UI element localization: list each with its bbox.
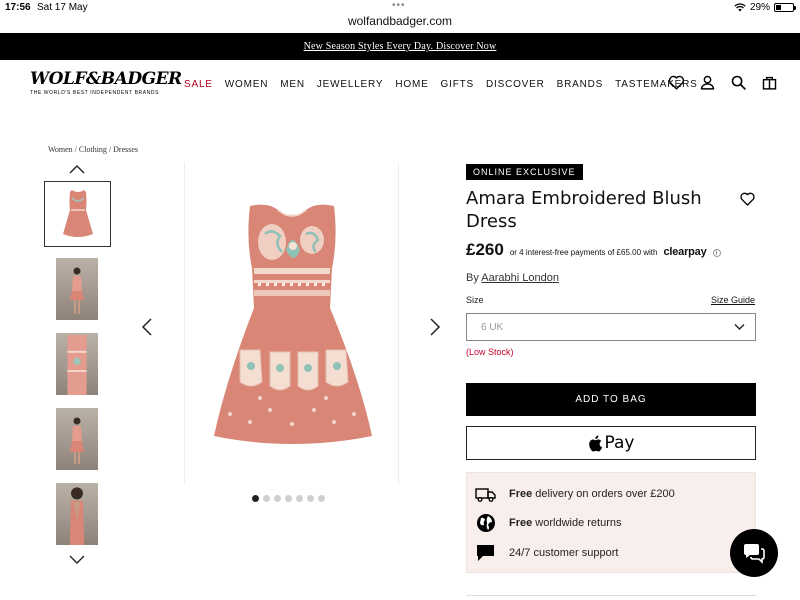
- logo-wordmark: WOLF&BADGER: [30, 69, 182, 89]
- nav-item-gifts[interactable]: GIFTS: [441, 79, 474, 90]
- size-selected-value: 6 UK: [481, 321, 504, 333]
- nav-item-discover[interactable]: DISCOVER: [486, 79, 545, 90]
- thumbnail-5[interactable]: [56, 483, 98, 545]
- prev-image-arrow-icon[interactable]: [141, 318, 153, 336]
- pagination-dot[interactable]: [263, 495, 270, 502]
- perk-support: 24/7 customer support: [475, 543, 618, 563]
- by-label: By: [466, 272, 479, 284]
- chat-bubble-icon: [477, 545, 494, 561]
- divider: [466, 595, 756, 596]
- wifi-icon: [734, 3, 746, 12]
- heart-icon[interactable]: [668, 74, 685, 91]
- size-guide-link[interactable]: Size Guide: [711, 295, 755, 305]
- product-price: £260: [466, 240, 504, 259]
- breadcrumb[interactable]: Women / Clothing / Dresses: [48, 145, 138, 154]
- pagination-dot[interactable]: [318, 495, 325, 502]
- nav-item-brands[interactable]: BRANDS: [557, 79, 603, 90]
- model-photo-icon: [67, 335, 87, 395]
- chat-launcher-button[interactable]: [730, 529, 778, 577]
- chat-icon: [744, 544, 765, 564]
- info-icon[interactable]: i: [712, 249, 721, 257]
- search-icon[interactable]: [730, 74, 747, 91]
- address-bar[interactable]: wolfandbadger.com: [0, 14, 800, 32]
- perk-text: delivery on orders over £200: [532, 488, 675, 500]
- status-time: 17:56: [5, 2, 31, 13]
- thumbnails-down-chevron-icon[interactable]: [69, 555, 85, 565]
- nav-item-jewellery[interactable]: JEWELLERY: [317, 79, 383, 90]
- truck-icon: [475, 488, 496, 502]
- pagination-dot[interactable]: [307, 495, 314, 502]
- product-image[interactable]: [210, 200, 375, 450]
- perk-returns: Free worldwide returns: [475, 513, 622, 533]
- status-date: Sat 17 May: [37, 2, 88, 13]
- bag-icon[interactable]: [761, 74, 778, 91]
- pagination-dot[interactable]: [285, 495, 292, 502]
- perks-panel: Free delivery on orders over £200 Free w…: [466, 472, 756, 573]
- size-label: Size: [466, 295, 484, 305]
- perk-delivery: Free delivery on orders over £200: [475, 484, 675, 504]
- nav-item-sale[interactable]: SALE: [184, 79, 213, 90]
- image-divider: [184, 162, 185, 485]
- dress-thumbnail-icon: [63, 190, 93, 237]
- logo[interactable]: WOLF&BADGER THE WORLD'S BEST INDEPENDENT…: [30, 69, 182, 96]
- multitask-dots-icon[interactable]: •••: [392, 0, 406, 11]
- perk-bold: Free: [509, 488, 533, 500]
- status-right: 29%: [734, 2, 796, 13]
- apple-pay-label: Pay: [604, 433, 635, 453]
- online-exclusive-badge: ONLINE EXCLUSIVE: [466, 164, 583, 180]
- main-nav: SALE WOMEN MEN JEWELLERY HOME GIFTS DISC…: [184, 79, 710, 90]
- installments-text: or 4 interest-free payments of £65.00 wi…: [509, 248, 658, 257]
- promo-banner: New Season Styles Every Day. Discover No…: [0, 33, 800, 60]
- pagination-dot[interactable]: [252, 495, 259, 502]
- product-title: Amara Embroidered Blush Dress: [466, 188, 702, 232]
- add-to-bag-button[interactable]: ADD TO BAG: [466, 383, 756, 416]
- nav-item-home[interactable]: HOME: [395, 79, 428, 90]
- apple-pay-button[interactable]: Pay: [466, 426, 756, 460]
- perk-text: worldwide returns: [532, 517, 622, 529]
- perk-returns-text: Free worldwide returns: [509, 517, 622, 529]
- perk-delivery-text: Free delivery on orders over £200: [509, 488, 675, 500]
- thumbnail-3[interactable]: [56, 333, 98, 395]
- apple-logo-icon: [588, 435, 602, 451]
- nav-item-men[interactable]: MEN: [280, 79, 305, 90]
- battery-percent: 29%: [749, 2, 770, 13]
- perk-support-text: 24/7 customer support: [509, 547, 618, 559]
- chevron-down-icon: [734, 324, 745, 330]
- thumbnail-4[interactable]: [56, 408, 98, 470]
- brand-line: By Aarabhi London: [466, 272, 559, 284]
- pagination-dot[interactable]: [274, 495, 281, 502]
- next-image-arrow-icon[interactable]: [429, 318, 441, 336]
- thumbnails-up-chevron-icon[interactable]: [69, 164, 85, 174]
- size-select[interactable]: 6 UK: [466, 313, 756, 341]
- wishlist-heart-icon[interactable]: [739, 191, 756, 207]
- model-photo-icon: [69, 487, 85, 545]
- pagination-dot[interactable]: [296, 495, 303, 502]
- promo-link[interactable]: New Season Styles Every Day. Discover No…: [304, 41, 497, 52]
- thumbnail-1[interactable]: [44, 181, 111, 247]
- header-icons: [668, 74, 778, 91]
- price-row: £260 or 4 interest-free payments of £65.…: [466, 240, 721, 260]
- brand-link[interactable]: Aarabhi London: [481, 272, 559, 284]
- stock-status: (Low Stock): [466, 347, 514, 357]
- model-photo-icon: [70, 417, 84, 464]
- image-pagination: [252, 495, 325, 502]
- status-bar: 17:56 Sat 17 May ••• 29%: [0, 0, 800, 15]
- perk-bold: Free: [509, 517, 533, 529]
- model-photo-icon: [70, 267, 84, 314]
- user-icon[interactable]: [699, 74, 716, 91]
- logo-tagline: THE WORLD'S BEST INDEPENDENT BRANDS: [30, 90, 160, 96]
- perk-text: 24/7 customer support: [509, 547, 619, 559]
- site-header: WOLF&BADGER THE WORLD'S BEST INDEPENDENT…: [0, 60, 800, 110]
- thumbnail-2[interactable]: [56, 258, 98, 320]
- image-divider: [398, 162, 399, 485]
- clearpay-logo: clearpay: [663, 246, 707, 258]
- nav-item-women[interactable]: WOMEN: [225, 79, 268, 90]
- battery-icon: [774, 3, 796, 12]
- globe-icon: [477, 514, 495, 532]
